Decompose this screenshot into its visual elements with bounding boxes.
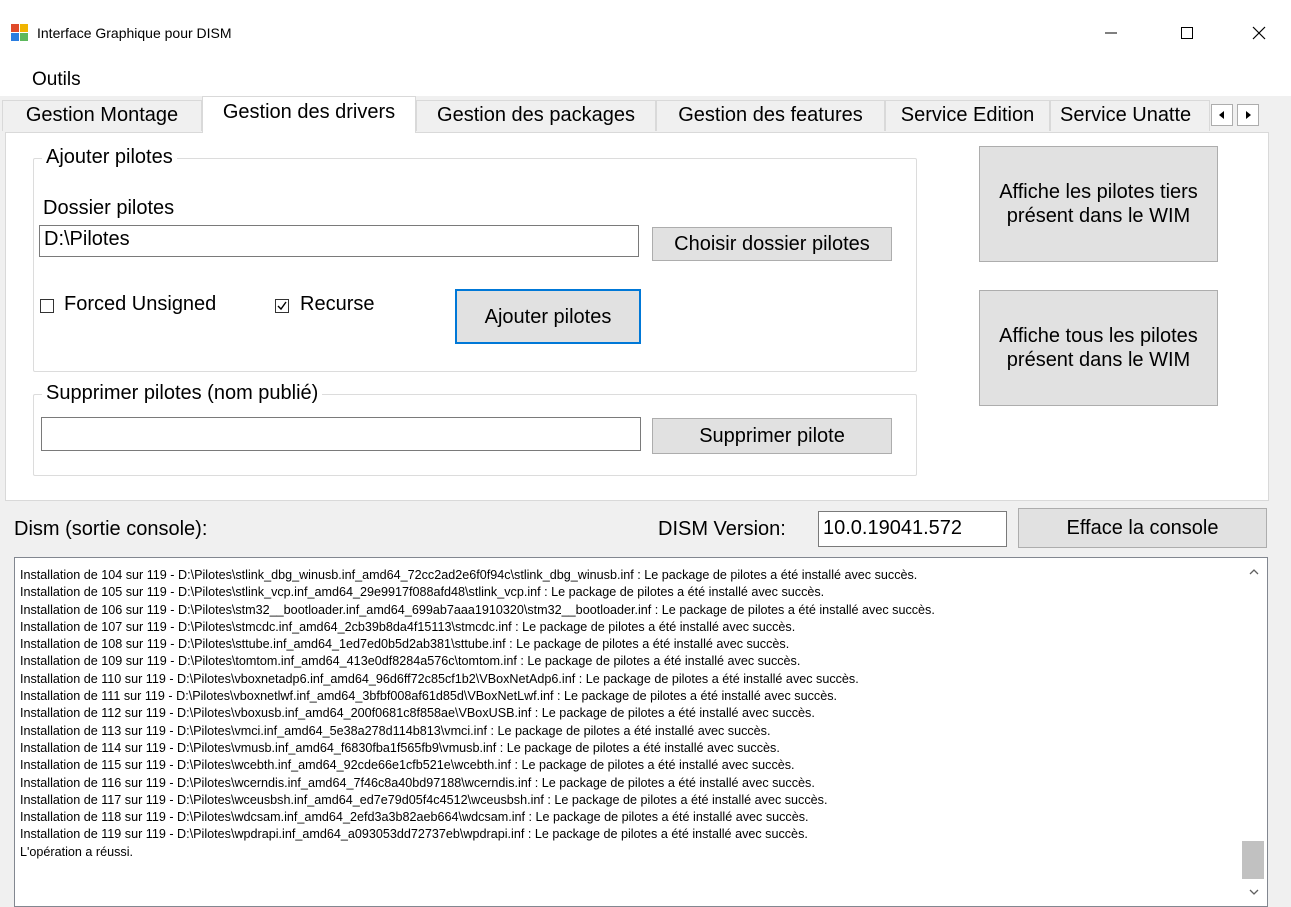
forced-unsigned-checkbox[interactable] [40,299,54,313]
maximize-icon [1181,27,1193,39]
tab-gestion-features[interactable]: Gestion des features [656,100,885,131]
minimize-button[interactable] [1088,13,1134,53]
chevron-up-icon [1249,569,1259,575]
window-title: Interface Graphique pour DISM [37,25,232,41]
forced-unsigned-label[interactable]: Forced Unsigned [64,293,216,316]
checkmark-icon [277,301,287,311]
console-line: Installation de 111 sur 119 - D:\Pilotes… [20,689,837,704]
scroll-down-button[interactable] [1241,881,1267,903]
console-line: Installation de 114 sur 119 - D:\Pilotes… [20,740,780,755]
console-line: Installation de 115 sur 119 - D:\Pilotes… [20,758,795,773]
remove-drivers-group-label: Supprimer pilotes (nom publié) [42,382,323,405]
console-line: Installation de 107 sur 119 - D:\Pilotes… [20,619,796,634]
dism-version-label: DISM Version: [658,518,786,540]
console-scrollbar[interactable] [1241,559,1267,906]
add-drivers-group-label: Ajouter pilotes [42,146,177,169]
driver-folder-input[interactable]: D:\Pilotes [39,225,639,257]
console-line: Installation de 110 sur 119 - D:\Pilotes… [20,671,859,686]
console-line: Installation de 119 sur 119 - D:\Pilotes… [20,827,808,842]
console-line: Installation de 105 sur 119 - D:\Pilotes… [20,585,825,600]
console-line: Installation de 118 sur 119 - D:\Pilotes… [20,810,809,825]
title-bar[interactable]: Interface Graphique pour DISM [0,0,1291,62]
close-icon [1252,26,1266,40]
tab-gestion-packages[interactable]: Gestion des packages [416,100,656,131]
console-line: Installation de 104 sur 119 - D:\Pilotes… [20,568,918,582]
published-name-input[interactable] [41,417,641,451]
show-third-party-drivers-button[interactable]: Affiche les pilotes tiers présent dans l… [979,146,1218,262]
recurse-checkbox[interactable] [275,299,289,313]
tab-gestion-montage[interactable]: Gestion Montage [2,100,202,131]
tab-gestion-drivers[interactable]: Gestion des drivers [202,96,416,133]
remove-driver-button[interactable]: Supprimer pilote [652,418,892,454]
folder-label: Dossier pilotes [43,197,175,219]
tab-service-unattend[interactable]: Service Unatte [1050,100,1210,131]
add-drivers-group: Ajouter pilotes Dossier pilotes D:\Pilot… [33,146,917,372]
remove-drivers-group: Supprimer pilotes (nom publié) Supprimer… [33,382,917,476]
add-drivers-button[interactable]: Ajouter pilotes [455,289,641,344]
scroll-up-button[interactable] [1241,561,1267,583]
tab-panel-drivers: Ajouter pilotes Dossier pilotes D:\Pilot… [5,132,1269,501]
console-line: Installation de 112 sur 119 - D:\Pilotes… [20,706,815,721]
menu-item-outils[interactable]: Outils [24,68,89,92]
tab-scroll-right-button[interactable] [1237,104,1259,126]
minimize-icon [1105,32,1117,34]
show-all-drivers-button[interactable]: Affiche tous les pilotes présent dans le… [979,290,1218,406]
menu-bar: Outils [0,62,1291,96]
console-line: Installation de 108 sur 119 - D:\Pilotes… [20,637,790,652]
choose-folder-button[interactable]: Choisir dossier pilotes [652,227,892,261]
console-lines: Installation de 104 sur 119 - D:\Pilotes… [20,567,1235,861]
console-line: L'opération a réussi. [20,844,134,859]
console-line: Installation de 117 sur 119 - D:\Pilotes… [20,792,828,807]
chevron-left-icon [1219,111,1224,119]
console-line: Installation de 113 sur 119 - D:\Pilotes… [20,723,771,738]
maximize-button[interactable] [1164,13,1210,53]
console-label: Dism (sortie console): [14,518,208,540]
chevron-down-icon [1249,889,1259,895]
tab-scroll-left-button[interactable] [1211,104,1233,126]
console-line: Installation de 109 sur 119 - D:\Pilotes… [20,654,801,669]
recurse-label[interactable]: Recurse [300,293,374,316]
console-output[interactable]: Installation de 104 sur 119 - D:\Pilotes… [14,557,1268,907]
tab-service-edition[interactable]: Service Edition [885,100,1050,131]
close-button[interactable] [1236,13,1282,53]
scroll-thumb[interactable] [1242,841,1264,879]
chevron-right-icon [1246,111,1251,119]
clear-console-button[interactable]: Efface la console [1018,508,1267,548]
dism-version-field[interactable]: 10.0.19041.572 [818,511,1007,547]
tab-strip: Gestion Montage Gestion des drivers Gest… [0,96,1291,133]
console-line: Installation de 106 sur 119 - D:\Pilotes… [20,602,935,617]
console-line: Installation de 116 sur 119 - D:\Pilotes… [20,775,815,790]
app-window-icon [11,24,28,41]
